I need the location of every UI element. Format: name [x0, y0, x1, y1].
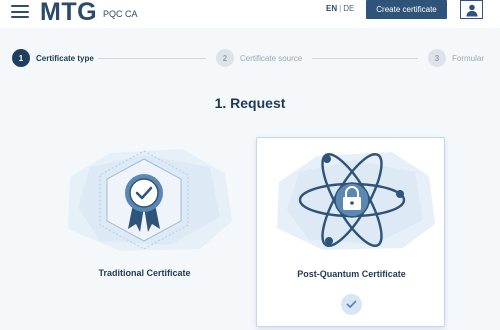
atom-lock-icon [277, 152, 435, 250]
lang-separator: | [339, 4, 342, 13]
brand-subtitle: PQC CA [103, 9, 138, 19]
user-icon [466, 4, 477, 16]
step-connector-2 [312, 58, 418, 59]
traditional-certificate-card[interactable]: Traditional Certificate [50, 137, 239, 327]
progress-stepper: 1 Certificate type 2 Certificate source … [0, 44, 500, 74]
step-2-number[interactable]: 2 [216, 49, 234, 67]
brand-logo[interactable]: MTG [40, 0, 97, 27]
lang-de-link[interactable]: DE [343, 4, 354, 13]
step-3-number[interactable]: 3 [428, 49, 446, 67]
hamburger-menu-icon[interactable] [11, 5, 29, 19]
post-quantum-certificate-card[interactable]: Post-Quantum Certificate [256, 137, 445, 327]
step-1-label[interactable]: Certificate type [36, 54, 94, 63]
step-connector-1 [98, 58, 206, 59]
language-switcher: EN | DE [326, 4, 354, 13]
check-icon [346, 300, 357, 308]
page-title: 1. Request [214, 95, 286, 111]
create-certificate-button[interactable]: Create certificate [366, 0, 447, 19]
post-quantum-certificate-label: Post-Quantum Certificate [297, 269, 406, 279]
user-account-button[interactable] [460, 0, 483, 19]
step-2-label[interactable]: Certificate source [240, 54, 302, 63]
step-1-number[interactable]: 1 [12, 49, 30, 67]
traditional-certificate-label: Traditional Certificate [98, 268, 191, 278]
award-badge-icon [68, 149, 232, 251]
step-3-label[interactable]: Formular [452, 54, 484, 63]
lang-en-link[interactable]: EN [326, 4, 337, 13]
top-header: MTG PQC CA EN | DE Create certificate [0, 0, 500, 28]
selected-check-badge [341, 294, 362, 315]
